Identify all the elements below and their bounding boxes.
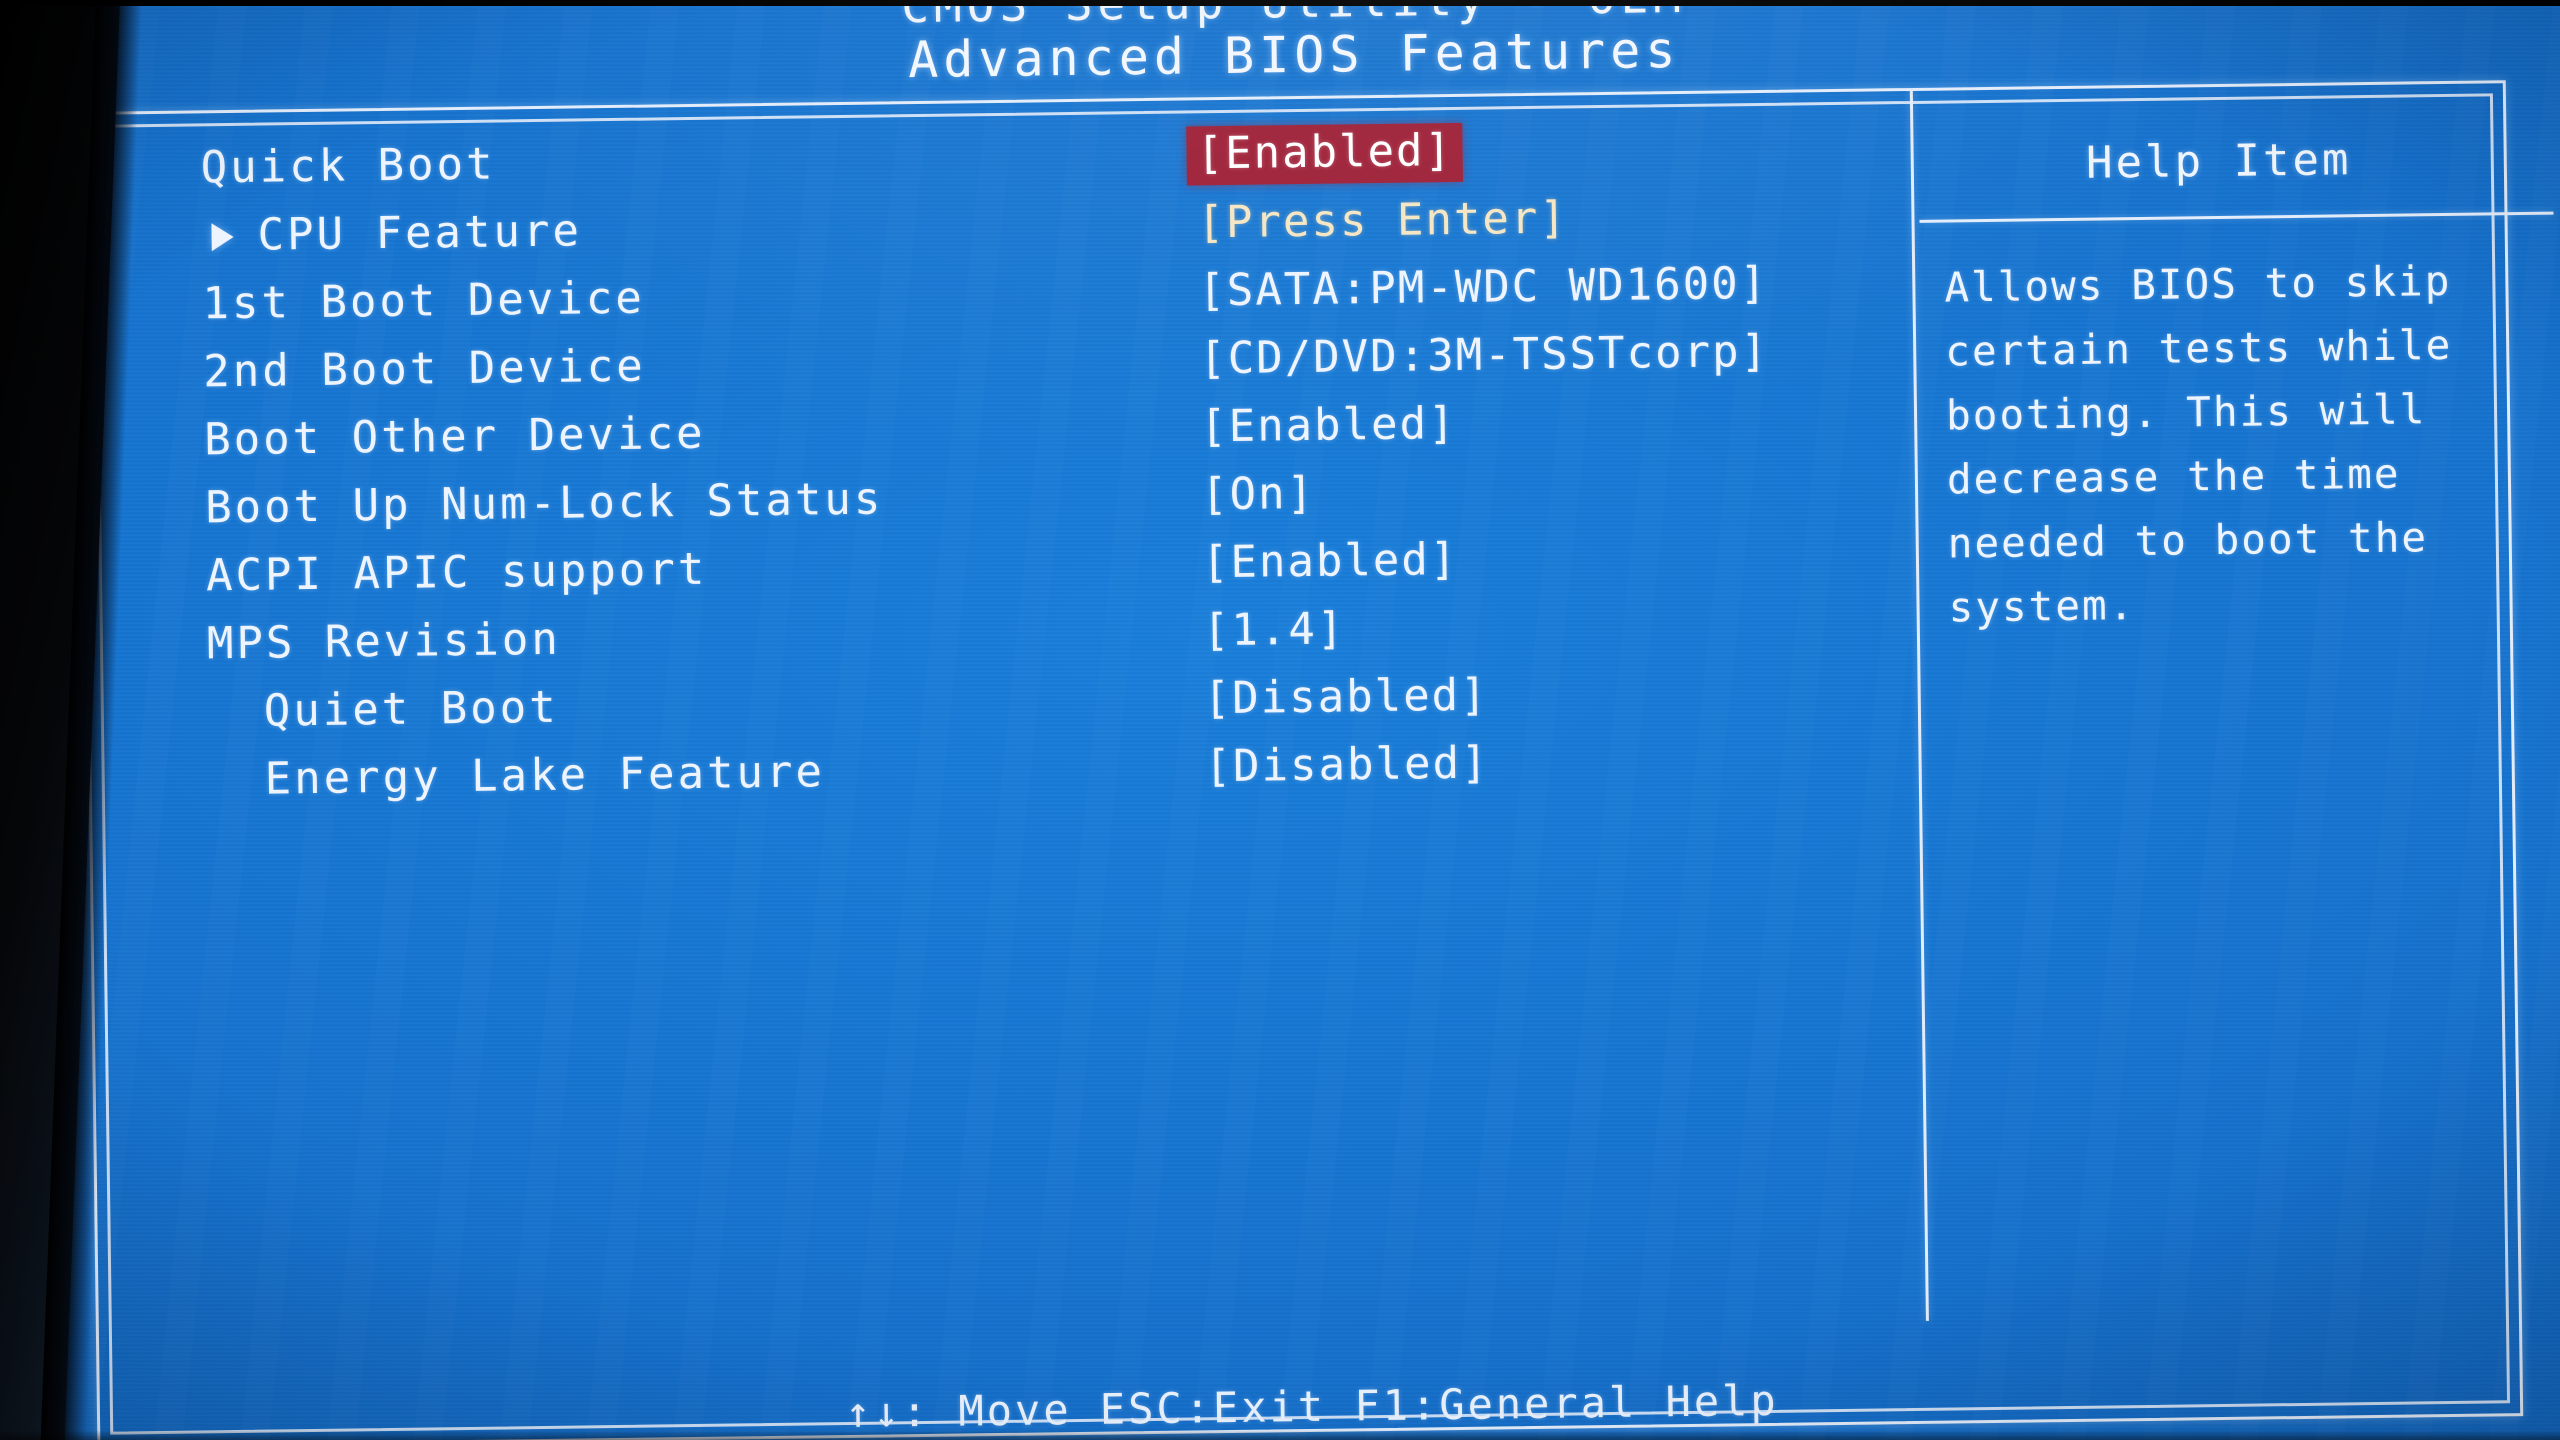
submenu-arrow-icon — [211, 222, 234, 252]
setting-value[interactable]: [Disabled] — [1204, 738, 1490, 793]
setting-value[interactable]: [1.4] — [1202, 603, 1345, 656]
setting-label: Boot Other Device — [203, 407, 706, 466]
help-text-line: Allows BIOS to skip — [1944, 256, 2452, 312]
setting-label: MPS Revision — [206, 613, 562, 670]
setting-label: 1st Boot Device — [202, 272, 646, 330]
bios-setup-screenshot: CMOS Setup Utility - OEM Advanced BIOS F… — [0, 0, 2560, 1440]
help-text-line: booting. This will — [1945, 385, 2427, 440]
help-panel-title: Help Item — [2085, 134, 2352, 189]
setting-label: 2nd Boot Device — [203, 340, 647, 398]
setting-value[interactable]: [On] — [1201, 468, 1316, 520]
screen-content: CMOS Setup Utility - OEM Advanced BIOS F… — [37, 0, 2560, 1440]
help-text-line: system. — [1948, 581, 2136, 632]
setting-label: Quiet Boot — [263, 681, 560, 737]
setting-label: Quick Boot — [200, 138, 496, 194]
setting-value[interactable]: [Disabled] — [1203, 670, 1489, 725]
monitor-bezel-top — [0, 0, 2560, 6]
help-text-line: decrease the time — [1946, 449, 2401, 504]
setting-value[interactable]: [Enabled] — [1200, 398, 1457, 452]
help-panel-divider — [1919, 211, 2554, 223]
setting-label: ACPI APIC support — [205, 543, 708, 602]
help-panel-text: Allows BIOS to skip certain tests while bo… — [1944, 247, 2560, 639]
setting-value[interactable]: [CD/DVD:3M-TSSTcorp] — [1199, 326, 1769, 384]
setting-label: CPU Feature — [257, 205, 583, 261]
setting-value-selected[interactable]: [Enabled] — [1186, 122, 1464, 186]
help-text-line: certain tests while — [1944, 320, 2453, 376]
setting-value[interactable]: [SATA:PM-WDC WD1600] — [1198, 258, 1768, 316]
monitor-screen: CMOS Setup Utility - OEM Advanced BIOS F… — [46, 0, 2560, 1440]
setting-value[interactable]: [Press Enter] — [1197, 192, 1568, 248]
help-panel: Help Item Allows BIOS to skip certain tes… — [1918, 84, 2560, 1322]
setting-value[interactable]: [Enabled] — [1202, 534, 1459, 588]
help-text-line: needed to boot the — [1947, 513, 2429, 568]
setting-label: Energy Lake Feature — [264, 746, 826, 805]
settings-list: Quick Boot [Enabled] CPU Feature [Press Ent… — [138, 120, 1887, 823]
setting-label: Boot Up Num-Lock Status — [204, 473, 884, 534]
